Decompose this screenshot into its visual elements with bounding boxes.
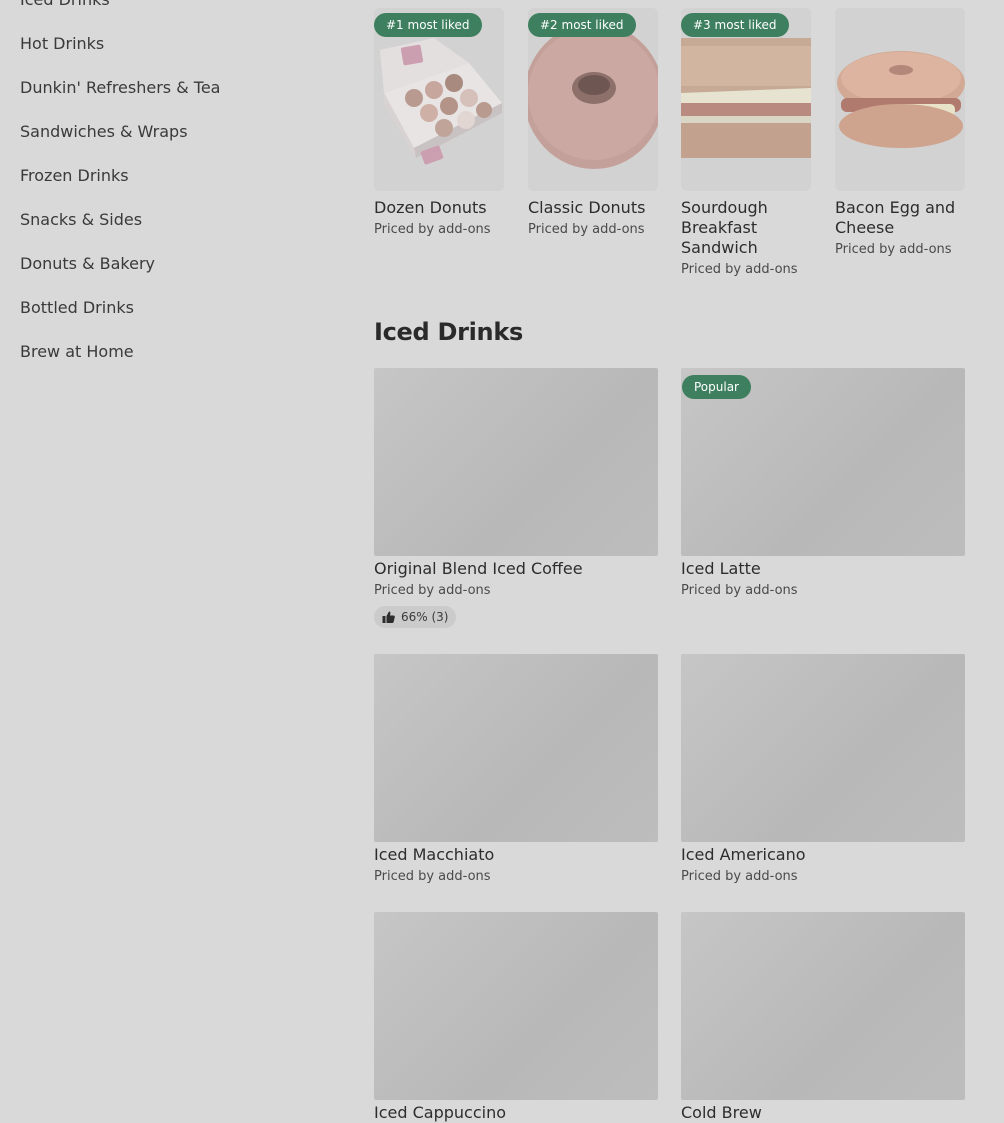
sidebar-item-brew-at-home[interactable]: Brew at Home (20, 341, 320, 385)
sourdough-sandwich-image: #3 most liked (681, 8, 811, 191)
bagel-sandwich-illustration (835, 8, 965, 191)
sidebar-item-refreshers-tea[interactable]: Dunkin' Refreshers & Tea (20, 77, 320, 121)
featured-item-name: Bacon Egg and Cheese (835, 198, 956, 237)
menu-item-cold-brew[interactable]: Cold Brew (681, 912, 965, 1123)
item-image (374, 912, 658, 1100)
bacon-egg-cheese-image (835, 8, 965, 191)
classic-donuts-image: #2 most liked (528, 8, 658, 191)
rank-badge: #1 most liked (374, 13, 482, 37)
featured-item-price: Priced by add-ons (374, 222, 491, 237)
sidebar-item-hot-drinks[interactable]: Hot Drinks (20, 33, 320, 77)
item-name: Original Blend Iced Coffee (374, 559, 583, 578)
rating-text: 66% (3) (401, 610, 449, 624)
dozen-donuts-image: #1 most liked (374, 8, 504, 191)
item-name: Cold Brew (681, 1103, 762, 1122)
featured-card-classic-donuts[interactable]: #2 most liked Classic Donuts Priced by a… (528, 8, 658, 239)
popular-badge: Popular (682, 375, 751, 399)
item-image (681, 654, 965, 842)
featured-item-price: Priced by add-ons (835, 242, 952, 257)
rank-badge: #3 most liked (681, 13, 789, 37)
item-image (374, 654, 658, 842)
featured-card-sourdough-sandwich[interactable]: #3 most liked Sourdough Breakfast Sandwi… (681, 8, 811, 279)
featured-item-name: Dozen Donuts (374, 198, 487, 217)
category-sidebar: Iced Drinks Hot Drinks Dunkin' Refresher… (20, 0, 320, 385)
thumbs-up-icon (382, 611, 395, 623)
menu-item-iced-macchiato[interactable]: Iced Macchiato Priced by add-ons (374, 654, 658, 886)
item-name: Iced Americano (681, 845, 806, 864)
menu-item-original-blend-iced-coffee[interactable]: Original Blend Iced Coffee Priced by add… (374, 368, 658, 628)
item-image: Popular (681, 368, 965, 556)
item-price: Priced by add-ons (681, 583, 798, 598)
section-title-iced-drinks: Iced Drinks (374, 318, 523, 346)
item-image (374, 368, 658, 556)
sidebar-item-bottled-drinks[interactable]: Bottled Drinks (20, 297, 320, 341)
featured-item-name: Classic Donuts (528, 198, 646, 217)
sidebar-item-frozen-drinks[interactable]: Frozen Drinks (20, 165, 320, 209)
featured-item-name: Sourdough Breakfast Sandwich (681, 198, 768, 257)
item-image (681, 912, 965, 1100)
item-name: Iced Latte (681, 559, 761, 578)
featured-item-price: Priced by add-ons (528, 222, 645, 237)
sidebar-item-donuts-bakery[interactable]: Donuts & Bakery (20, 253, 320, 297)
item-price: Priced by add-ons (374, 583, 491, 598)
rating-badge: 66% (3) (374, 606, 457, 628)
item-price: Priced by add-ons (681, 869, 798, 884)
sidebar-item-sandwiches-wraps[interactable]: Sandwiches & Wraps (20, 121, 320, 165)
menu-item-iced-cappuccino[interactable]: Iced Cappuccino (374, 912, 658, 1123)
featured-card-bacon-egg-cheese[interactable]: Bacon Egg and Cheese Priced by add-ons (835, 8, 965, 259)
sidebar-item-snacks-sides[interactable]: Snacks & Sides (20, 209, 320, 253)
rank-badge: #2 most liked (528, 13, 636, 37)
item-name: Iced Cappuccino (374, 1103, 506, 1122)
featured-items: #1 most liked Dozen Donuts Priced by add… (374, 8, 974, 288)
menu-item-iced-latte[interactable]: Popular Iced Latte Priced by add-ons (681, 368, 965, 600)
item-price: Priced by add-ons (374, 869, 491, 884)
featured-card-dozen-donuts[interactable]: #1 most liked Dozen Donuts Priced by add… (374, 8, 504, 239)
sidebar-item-iced-drinks[interactable]: Iced Drinks (20, 0, 320, 33)
menu-item-iced-americano[interactable]: Iced Americano Priced by add-ons (681, 654, 965, 886)
featured-item-price: Priced by add-ons (681, 262, 798, 277)
item-name: Iced Macchiato (374, 845, 495, 864)
